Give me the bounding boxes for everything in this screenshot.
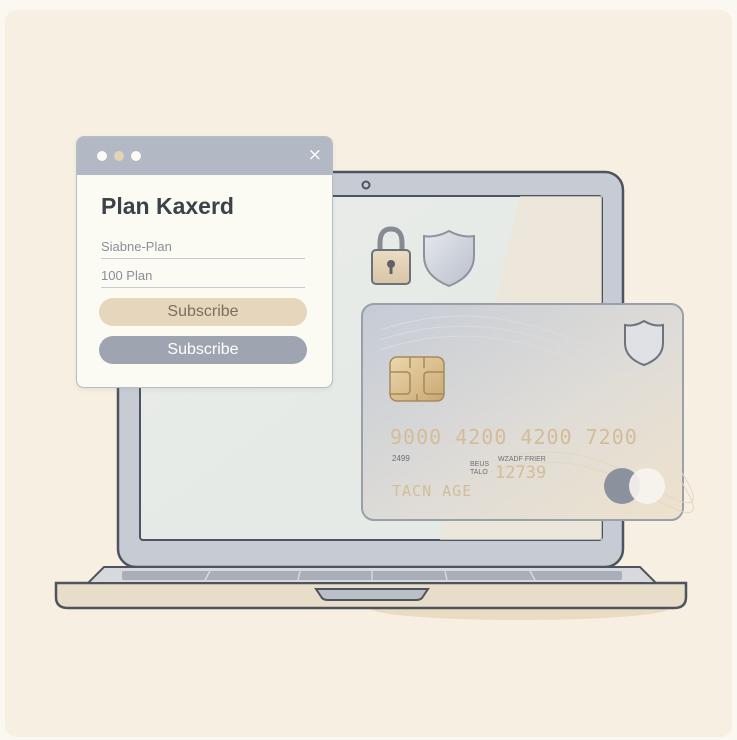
window-dot-icon bbox=[131, 151, 141, 161]
popup-title: Plan Kaxerd bbox=[101, 193, 234, 219]
card-number: 9000 4200 4200 7200 bbox=[390, 425, 638, 449]
card-label: WZADF FRIER bbox=[498, 456, 546, 463]
window-dot-icon bbox=[97, 151, 107, 161]
window-dot-icon bbox=[114, 151, 124, 161]
plan-popup-window: × Plan Kaxerd Siabne-Plan 100 Plan Subsc… bbox=[76, 136, 333, 388]
card-network-icon bbox=[604, 468, 665, 504]
popup-title-bar: × bbox=[77, 137, 332, 175]
subscribe-button[interactable]: Subscribe bbox=[99, 298, 307, 326]
card-label: BEUS bbox=[470, 461, 490, 468]
shield-icon bbox=[624, 319, 664, 367]
plan-field[interactable]: 100 Plan bbox=[101, 268, 305, 288]
card-label: TALO bbox=[470, 469, 488, 476]
card-expiry: 2499 bbox=[392, 454, 410, 463]
close-icon[interactable]: × bbox=[308, 145, 322, 165]
chip-icon bbox=[389, 356, 445, 402]
plan-field[interactable]: Siabne-Plan bbox=[101, 239, 305, 259]
card-holder-name: TACN AGE bbox=[392, 482, 473, 500]
subscribe-button[interactable]: Subscribe bbox=[99, 336, 307, 364]
card-code: 12739 bbox=[495, 463, 547, 483]
